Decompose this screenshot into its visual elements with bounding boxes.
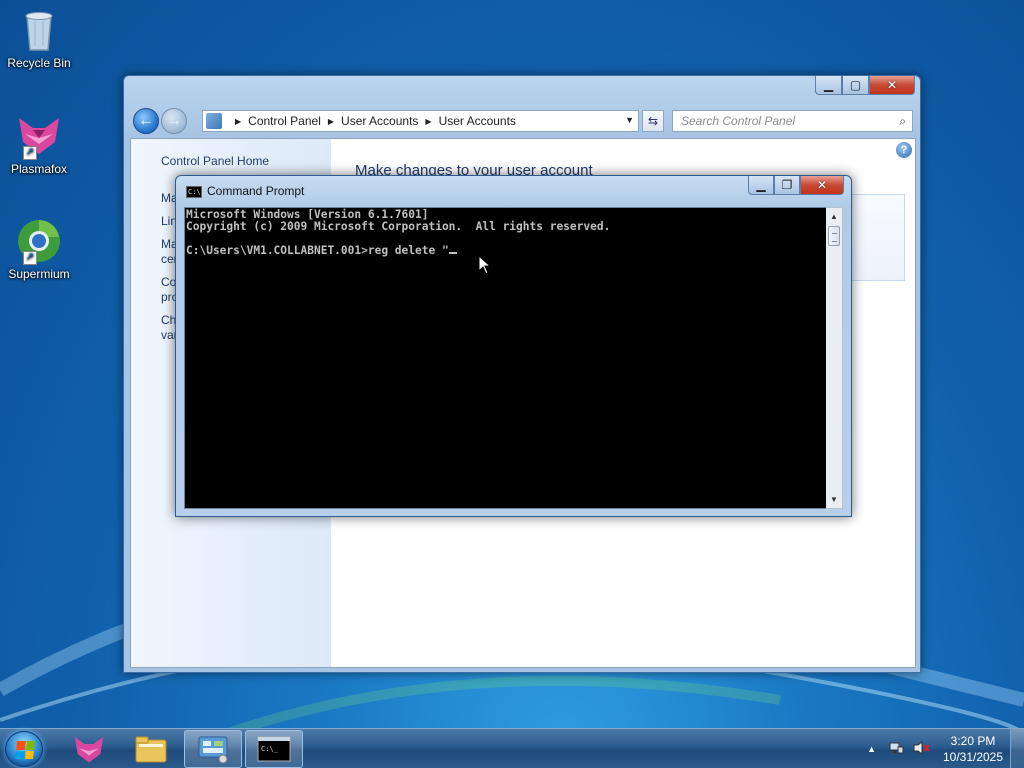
console-output[interactable]: Microsoft Windows [Version 6.1.7601] Cop… [184,207,827,509]
command-prompt-window[interactable]: C:\ Command Prompt ▁ ❐ ✕ Microsoft Windo… [175,175,852,517]
desktop-icon-recycle-bin[interactable]: Recycle Bin [4,6,74,70]
breadcrumb-separator-icon: ▶ [327,116,335,126]
scrollbar-thumb[interactable] [828,226,840,246]
console-prompt: C:\Users\VM1.COLLABNET.001>reg delete " [186,244,449,257]
window-caption-buttons: ▁ ❐ ✕ [748,176,844,195]
volume-muted-icon[interactable] [912,740,930,759]
breadcrumb-user-accounts[interactable]: User Accounts [341,114,418,128]
window-title: Command Prompt [207,184,305,198]
start-button[interactable] [5,731,43,767]
help-icon[interactable]: ? [896,142,912,158]
minimize-button[interactable]: ▁ [748,176,774,195]
refresh-icon: ⇆ [647,114,659,128]
back-arrow-icon: ← [138,112,154,129]
minimize-icon: ▁ [823,78,834,92]
maximize-button[interactable]: ❐ [774,176,800,195]
scroll-down-icon[interactable]: ▼ [826,491,842,508]
forward-arrow-icon: → [166,112,182,129]
taskbar-command-prompt[interactable]: C:\_ [245,730,303,768]
close-button[interactable]: ✕ [800,176,844,195]
window-caption-buttons: ▁ ▢ ✕ [815,76,915,95]
refresh-button[interactable]: ⇆ [642,110,664,132]
network-icon[interactable] [888,740,904,759]
show-desktop-button[interactable] [1010,729,1024,768]
breadcrumb-control-panel[interactable]: Control Panel [248,114,321,128]
desktop-icon-label: Plasmafox [10,162,68,176]
svg-text:C:\_: C:\_ [261,745,279,753]
taskbar-control-panel[interactable] [184,730,242,768]
control-panel-icon [198,736,228,764]
search-placeholder: Search Control Panel [681,114,796,128]
close-icon: ✕ [816,178,828,192]
recycle-bin-icon [15,6,63,54]
console-line: Copyright (c) 2009 Microsoft Corporation… [186,220,611,233]
breadcrumb-separator-icon: ▶ [235,116,242,126]
clock-time: 3:20 PM [950,734,996,748]
search-input[interactable]: Search Control Panel ⌕ [672,110,913,132]
windows-logo-icon [15,741,35,759]
maximize-icon: ▢ [849,78,862,92]
supermium-icon: ↗ [15,217,63,265]
command-prompt-icon: C:\ [186,186,202,198]
breadcrumb-user-accounts-current[interactable]: User Accounts [439,114,516,128]
address-bar[interactable]: ▶ Control Panel ▶ User Accounts ▶ User A… [202,110,639,132]
shortcut-arrow-icon: ↗ [23,146,37,160]
vertical-scrollbar[interactable]: ▲ ▼ [826,207,843,509]
mouse-cursor-icon [478,255,492,275]
control-panel-icon [206,113,222,129]
system-tray: ▲ 3:20 PM 10/31/2025 [867,729,1024,768]
folder-icon [135,736,167,763]
desktop-icon-label: Supermium [8,267,70,281]
desktop-icon-plasmafox[interactable]: ↗ Plasmafox [4,112,74,176]
shortcut-arrow-icon: ↗ [23,251,37,265]
address-dropdown-icon[interactable]: ▼ [625,115,634,125]
taskbar-windows-explorer[interactable] [122,730,180,768]
plasmafox-icon [74,736,104,763]
taskbar: C:\_ ▲ 3:20 PM 10/31/2025 [0,728,1024,768]
search-icon[interactable]: ⌕ [899,111,906,131]
close-icon: ✕ [886,78,898,92]
text-caret [448,252,457,254]
minimize-icon: ▁ [756,178,766,192]
maximize-button[interactable]: ▢ [842,76,869,95]
restore-icon: ❐ [781,178,793,192]
forward-button[interactable]: → [161,108,187,134]
command-prompt-icon: C:\_ [257,736,291,762]
back-button[interactable]: ← [133,108,159,134]
clock-date: 10/31/2025 [942,750,1004,764]
breadcrumb-separator-icon: ▶ [425,116,432,126]
show-hidden-icons-icon[interactable]: ▲ [867,744,876,754]
clock[interactable]: 3:20 PM 10/31/2025 [936,733,1010,765]
control-panel-home-link[interactable]: Control Panel Home [161,154,269,168]
taskbar-plasmafox[interactable] [60,730,118,768]
close-button[interactable]: ✕ [869,76,915,95]
minimize-button[interactable]: ▁ [815,76,842,95]
scroll-up-icon[interactable]: ▲ [826,208,842,225]
desktop-icon-supermium[interactable]: ↗ Supermium [4,217,74,281]
plasmafox-icon: ↗ [15,112,63,160]
desktop-icon-label: Recycle Bin [7,56,71,70]
